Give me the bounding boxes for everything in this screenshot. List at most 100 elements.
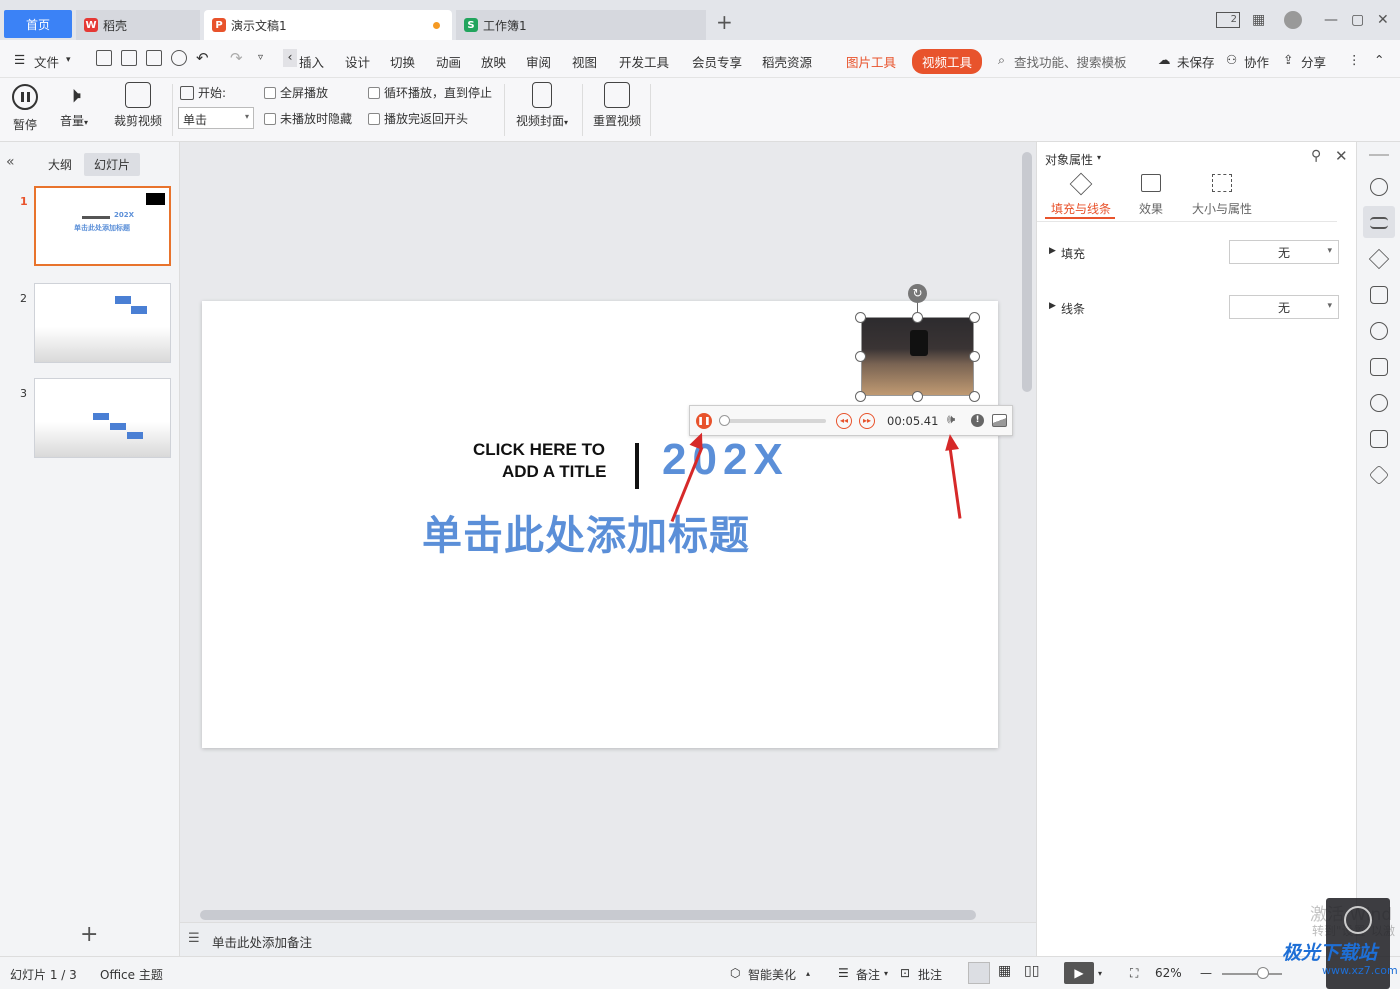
rewind-icon[interactable]: ◂◂ — [836, 413, 852, 429]
fullscreen-checkbox[interactable]: 全屏播放 — [264, 84, 328, 101]
print-icon[interactable] — [146, 50, 162, 66]
collapse-panel-icon[interactable]: « — [6, 154, 15, 170]
player-progress-knob[interactable] — [719, 415, 730, 426]
print-preview-icon[interactable] — [171, 50, 187, 66]
zoom-slider-knob[interactable] — [1257, 967, 1269, 979]
rotate-icon[interactable]: ↻ — [908, 284, 927, 303]
player-pause-icon[interactable]: ❚❚ — [696, 413, 712, 429]
zoom-out-icon[interactable]: — — [1200, 966, 1212, 980]
tab-daoke[interactable]: W 稻壳 — [76, 10, 200, 40]
collapse-ribbon-icon[interactable]: ⌃ — [1374, 52, 1384, 67]
tab-size-properties[interactable]: 大小与属性 — [1187, 174, 1257, 217]
click-here-line2[interactable]: ADD A TITLE — [502, 462, 607, 482]
fit-window-icon[interactable]: ⛶ — [1130, 966, 1138, 981]
vertical-scrollbar[interactable] — [1022, 152, 1032, 392]
search-box[interactable]: 查找功能、搜索模板 — [1014, 52, 1127, 71]
trim-video-button[interactable]: 裁剪视频 — [110, 82, 166, 129]
slide-thumbnail-2[interactable] — [34, 283, 171, 363]
menu-picture-tools[interactable]: 图片工具 — [846, 52, 896, 71]
video-object[interactable] — [861, 317, 974, 396]
fill-select[interactable]: 无 ▾ — [1229, 240, 1339, 264]
minimize-icon[interactable]: — — [1324, 12, 1338, 28]
comment-button[interactable]: 批注 — [918, 966, 942, 983]
line-select[interactable]: 无 ▾ — [1229, 295, 1339, 319]
apps-grid-icon[interactable]: ▦ — [1252, 12, 1265, 28]
avatar[interactable] — [1284, 11, 1302, 29]
tab-slides[interactable]: 幻灯片 — [84, 153, 141, 176]
slide-thumbnail-3[interactable] — [34, 378, 171, 458]
book-search-icon[interactable] — [1370, 430, 1388, 448]
resize-handle[interactable] — [969, 312, 980, 323]
resize-handle[interactable] — [855, 351, 866, 362]
player-image-icon[interactable] — [992, 414, 1007, 427]
loop-checkbox[interactable]: 循环播放，直到停止 — [368, 84, 492, 101]
close-panel-icon[interactable]: ✕ — [1335, 147, 1348, 165]
forward-icon[interactable]: ▸▸ — [859, 413, 875, 429]
menu-insert[interactable]: 插入 — [299, 52, 324, 71]
pin-icon[interactable]: ⚲ — [1311, 148, 1321, 164]
slide-title[interactable]: 单击此处添加标题 — [422, 503, 750, 561]
resize-handle[interactable] — [855, 312, 866, 323]
click-here-line1[interactable]: CLICK HERE TO — [473, 440, 605, 460]
horizontal-scrollbar[interactable] — [200, 910, 976, 920]
star-icon[interactable] — [1368, 248, 1390, 270]
notes-toggle-button[interactable]: 备注 — [856, 966, 880, 983]
notes-placeholder[interactable]: 单击此处添加备注 — [212, 932, 312, 951]
menu-view[interactable]: 视图 — [572, 52, 597, 71]
fill-label[interactable]: 填充 — [1061, 245, 1085, 262]
share-button[interactable]: 分享 — [1301, 52, 1326, 71]
more-icon[interactable]: ⋮ — [1348, 52, 1361, 67]
undo-icon[interactable]: ↶ — [196, 49, 209, 67]
menu-transition[interactable]: 切换 — [390, 52, 415, 71]
export-pdf-icon[interactable] — [121, 50, 137, 66]
tab-fill-line[interactable]: 填充与线条 — [1047, 172, 1115, 217]
maximize-icon[interactable]: ▢ — [1351, 12, 1364, 28]
rewind-checkbox[interactable]: 播放完返回开头 — [368, 110, 468, 127]
hamburger-icon[interactable]: ☰ — [14, 52, 25, 67]
menu-daoke-resources[interactable]: 稻壳资源 — [762, 52, 812, 71]
start-select[interactable]: 单击 ▾ — [178, 107, 254, 129]
theme-name[interactable]: Office 主题 — [100, 966, 163, 983]
zoom-level[interactable]: 62% — [1155, 966, 1182, 980]
add-tab-button[interactable]: + — [716, 10, 733, 34]
redo-icon[interactable]: ↷ — [230, 49, 243, 67]
notes-bar[interactable]: ☰ 单击此处添加备注 — [180, 922, 1036, 956]
resize-handle[interactable] — [855, 391, 866, 402]
tab-workbook[interactable]: S 工作簿1 — [456, 10, 706, 40]
menu-video-tools[interactable]: 视频工具 — [912, 49, 983, 74]
smart-beautify-button[interactable]: 智能美化 — [748, 966, 796, 983]
zoom-slider[interactable] — [1222, 973, 1282, 975]
video-cover-button[interactable]: 视频封面▾ — [512, 82, 572, 129]
menu-review[interactable]: 审阅 — [526, 52, 551, 71]
expand-fill-icon[interactable]: ▶ — [1049, 246, 1056, 256]
beautify-icon[interactable] — [1370, 358, 1388, 376]
menu-design[interactable]: 设计 — [345, 52, 370, 71]
player-progress-track[interactable] — [719, 415, 826, 426]
properties-sliders-icon[interactable] — [1370, 217, 1388, 229]
unsaved-button[interactable]: 未保存 — [1177, 52, 1215, 71]
reset-video-button[interactable]: 重置视频 — [590, 82, 644, 129]
slide-thumbnail-1[interactable]: 202X 单击此处添加标题 — [34, 186, 171, 266]
player-info-icon[interactable]: ! — [971, 414, 984, 427]
resize-handle[interactable] — [969, 391, 980, 402]
menu-file[interactable]: 文件 — [34, 52, 59, 71]
slide-year[interactable]: 202X — [662, 435, 789, 485]
sorter-view-icon[interactable]: ▦ — [998, 963, 1011, 979]
tab-presentation[interactable]: P 演示文稿1 — [204, 10, 452, 40]
menu-animation[interactable]: 动画 — [436, 52, 461, 71]
collab-button[interactable]: 协作 — [1244, 52, 1269, 71]
rocket-icon[interactable] — [1370, 178, 1388, 196]
save-icon[interactable] — [96, 50, 112, 66]
properties-title[interactable]: 对象属性 — [1045, 151, 1093, 168]
volume-button[interactable]: 🕨 音量▾ — [56, 82, 92, 129]
tab-effects[interactable]: 效果 — [1127, 174, 1175, 217]
help-icon[interactable] — [1370, 322, 1388, 340]
cube-icon[interactable] — [1368, 464, 1390, 486]
hide-not-playing-checkbox[interactable]: 未播放时隐藏 — [264, 110, 352, 127]
pause-button[interactable]: 暂停 — [8, 82, 42, 133]
resize-handle[interactable] — [912, 391, 923, 402]
menu-developer[interactable]: 开发工具 — [619, 52, 669, 71]
line-label[interactable]: 线条 — [1061, 300, 1085, 317]
layout-icon[interactable]: 2 — [1216, 12, 1240, 28]
customize-icon[interactable]: ▿ — [258, 52, 263, 63]
